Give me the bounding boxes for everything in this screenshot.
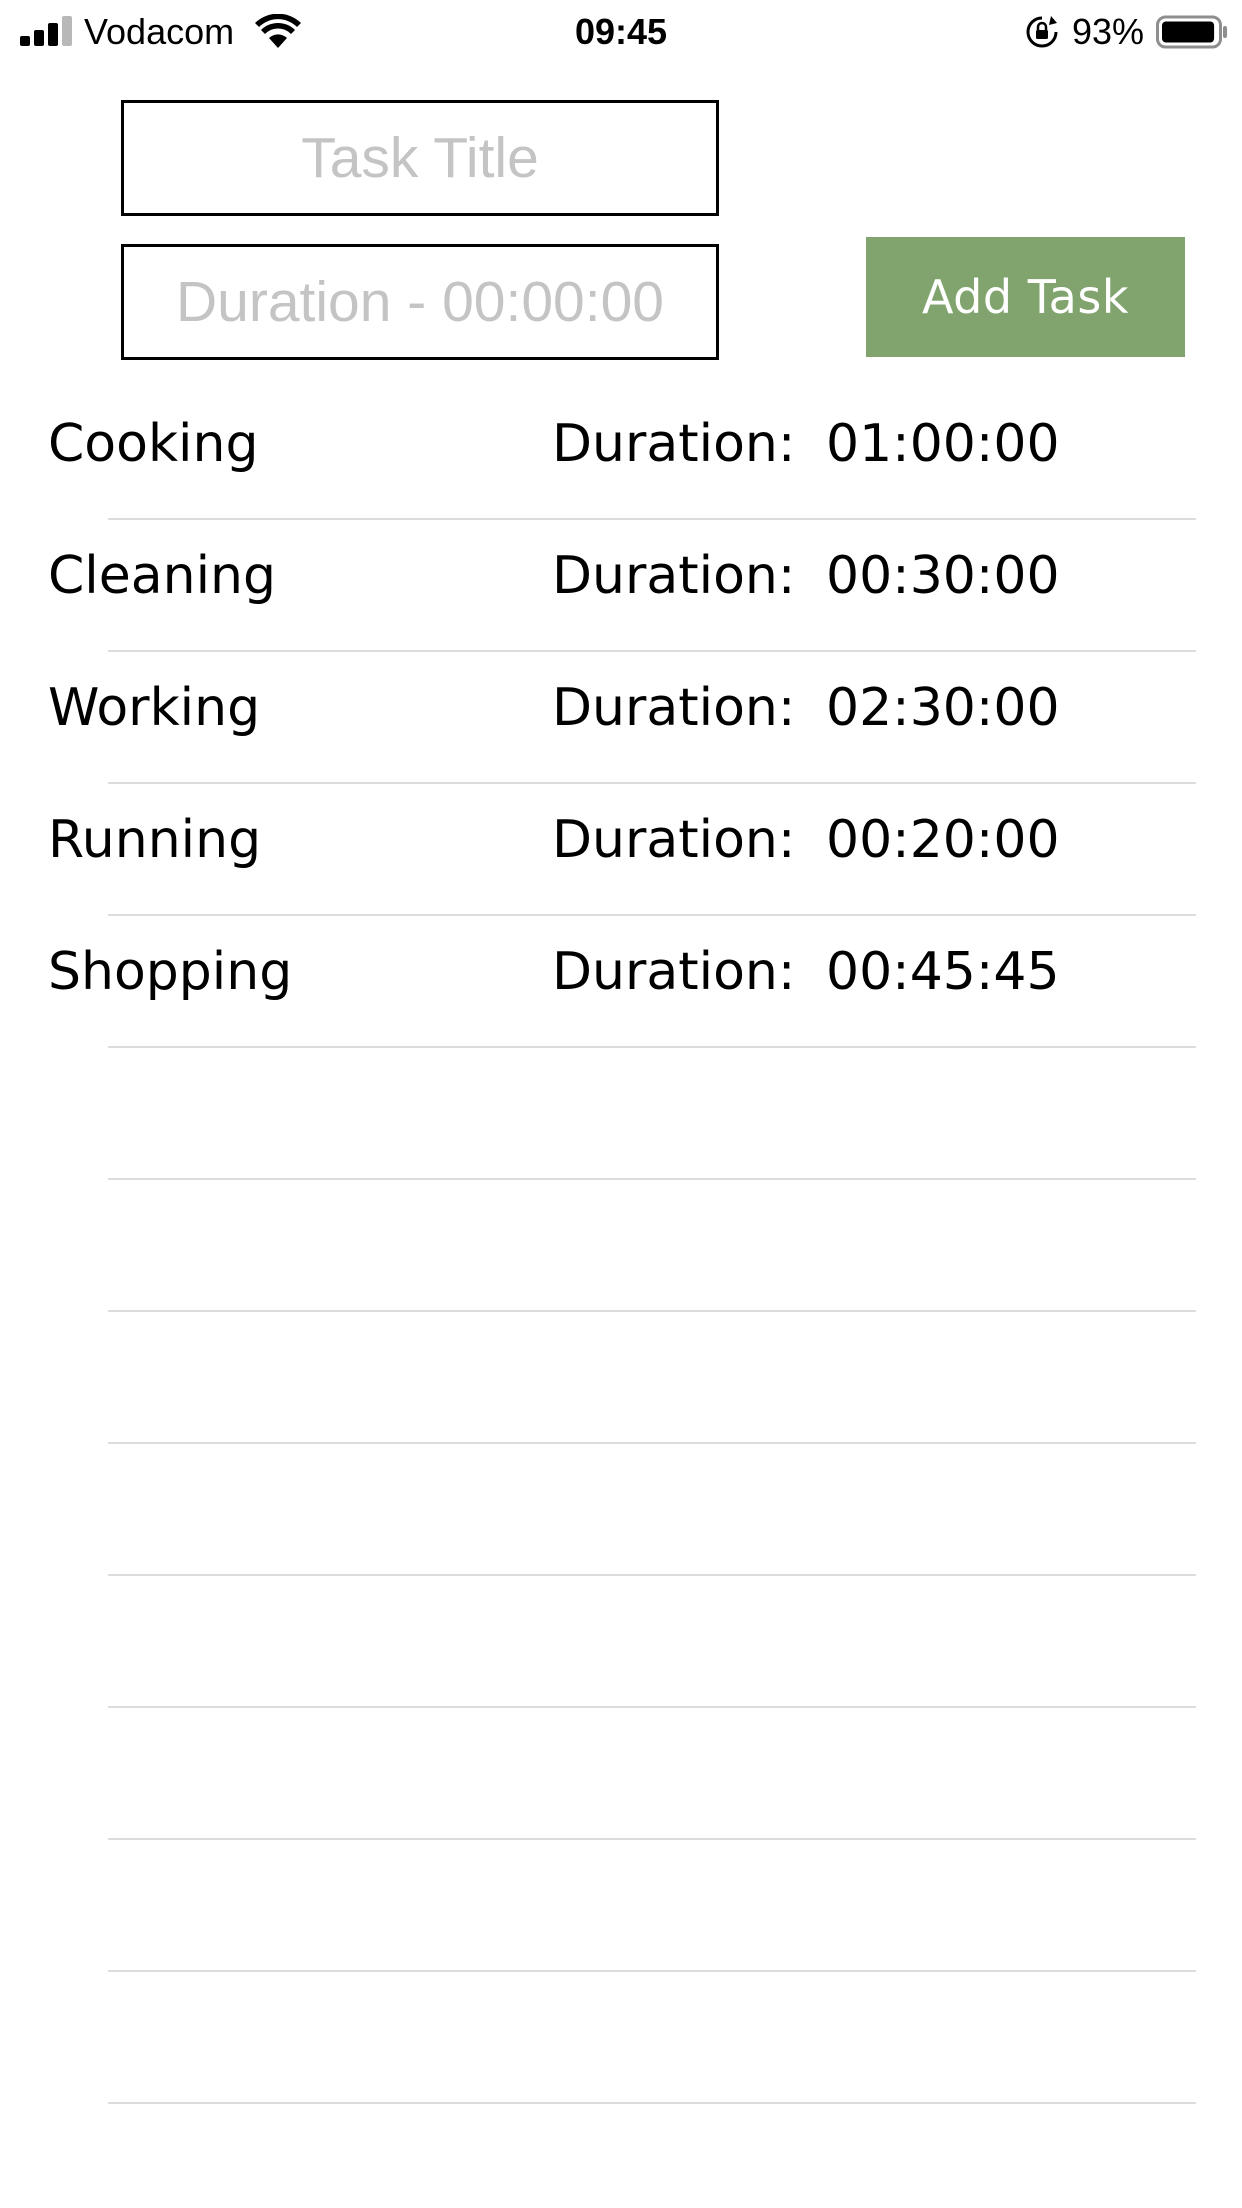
duration-value: 00:30:00 xyxy=(826,546,1060,606)
table-row[interactable]: Running Duration: 00:20:00 xyxy=(48,784,1196,916)
rotation-lock-icon xyxy=(1026,16,1058,48)
task-name: Cleaning xyxy=(48,546,276,606)
duration-value: 02:30:00 xyxy=(826,678,1060,738)
empty-list-row xyxy=(108,1840,1196,1972)
task-list: Cooking Duration: 01:00:00 Cleaning Duration… xyxy=(0,388,1242,2104)
duration-value: 00:45:45 xyxy=(826,942,1060,1002)
battery-icon xyxy=(1156,15,1227,49)
empty-list-row xyxy=(108,1708,1196,1840)
task-title-input[interactable] xyxy=(121,100,719,216)
empty-list-row xyxy=(108,1444,1196,1576)
task-name: Running xyxy=(48,810,262,870)
empty-list-row xyxy=(108,1972,1196,2104)
duration-value: 01:00:00 xyxy=(826,414,1060,474)
task-name: Working xyxy=(48,678,261,738)
task-name: Shopping xyxy=(48,942,293,1002)
table-row[interactable]: Working Duration: 02:30:00 xyxy=(48,652,1196,784)
status-bar: Vodacom 09:45 93% xyxy=(0,0,1242,64)
empty-list-row xyxy=(108,1312,1196,1444)
battery-percent: 93% xyxy=(1072,11,1145,52)
duration-value: 00:20:00 xyxy=(826,810,1060,870)
task-name: Cooking xyxy=(48,414,259,474)
empty-list-row xyxy=(108,1180,1196,1312)
duration-input[interactable] xyxy=(121,244,719,360)
table-row[interactable]: Cooking Duration: 01:00:00 xyxy=(48,388,1196,520)
table-row[interactable]: Cleaning Duration: 00:30:00 xyxy=(48,520,1196,652)
table-row[interactable]: Shopping Duration: 00:45:45 xyxy=(48,916,1196,1048)
empty-list-row xyxy=(108,1576,1196,1708)
add-task-button[interactable]: Add Task xyxy=(866,237,1185,357)
duration-label: Duration: xyxy=(552,414,796,474)
duration-label: Duration: xyxy=(552,546,796,606)
duration-label: Duration: xyxy=(552,678,796,738)
empty-list-row xyxy=(108,1048,1196,1180)
duration-label: Duration: xyxy=(552,942,796,1002)
duration-label: Duration: xyxy=(552,810,796,870)
